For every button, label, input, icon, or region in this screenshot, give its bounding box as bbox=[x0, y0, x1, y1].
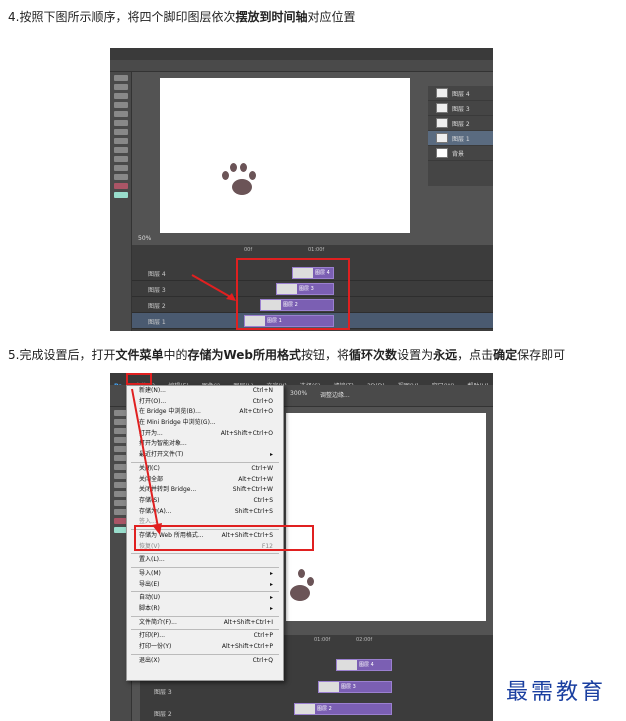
timeline-track-label[interactable]: 图层 4 bbox=[148, 269, 166, 278]
timeline-track-label[interactable]: 图层 2 bbox=[148, 301, 166, 310]
layer-row[interactable]: 图层 4 bbox=[428, 86, 493, 101]
timeline-track-label[interactable]: 图层 1 bbox=[148, 317, 166, 326]
menu-item[interactable]: 文件简介(F)... Alt+Shift+Ctrl+I bbox=[127, 618, 283, 629]
time-mark: 01:00f bbox=[308, 247, 325, 253]
watermark-logo: 最需教育 bbox=[506, 680, 607, 705]
menubar bbox=[110, 48, 493, 60]
timeline-clip[interactable]: 图层 3 bbox=[318, 681, 392, 693]
time-mark: 00f bbox=[244, 247, 253, 253]
layer-row[interactable]: 图层 2 bbox=[428, 116, 493, 131]
red-arrow-icon bbox=[131, 388, 162, 535]
step5-instruction: 5.完成设置后，打开文件菜单中的存储为Web所用格式按钮，将循环次数设置为永远，… bbox=[8, 348, 566, 362]
layer-row[interactable]: 图层 3 bbox=[428, 101, 493, 116]
document-canvas bbox=[160, 78, 410, 233]
zoom-select[interactable]: 300% bbox=[290, 390, 307, 397]
options-bar bbox=[110, 60, 493, 72]
layers-panel: 图层 4 图层 3 图层 2 图层 1 背景 bbox=[428, 86, 493, 186]
timeline-panel: 01:00f 02:00f 图层 4 图层 3 图层 2 bbox=[280, 635, 493, 721]
time-mark: 01:00f bbox=[314, 637, 331, 643]
highlight-box bbox=[236, 258, 350, 330]
timeline-clip[interactable]: 图层 4 bbox=[336, 659, 392, 671]
timeline-track-labels: 图层 3 图层 2 bbox=[140, 681, 280, 721]
photoshop-screenshot-timeline: 50% 图层 4 图层 3 图层 2 图层 1 背景 00f 01:00f 图层… bbox=[110, 48, 493, 331]
timeline-track-label[interactable]: 图层 3 bbox=[148, 285, 166, 294]
menu-item[interactable]: 自动(U) ▸ bbox=[127, 593, 283, 604]
zoom-readout: 50% bbox=[138, 235, 152, 242]
timeline-track-label[interactable]: 图层 3 bbox=[154, 687, 172, 696]
menu-item[interactable]: 退出(X) Ctrl+Q bbox=[127, 656, 283, 667]
menubar: Ps 文件(F) 编辑(E) 图像(I) 图层(L) 文字(Y) 选择(S) 滤… bbox=[110, 373, 493, 390]
menu-item[interactable]: 置入(L)... bbox=[127, 555, 283, 566]
menu-item[interactable]: 导出(E) ▸ bbox=[127, 580, 283, 591]
menu-item[interactable]: 打印(P)... Ctrl+P bbox=[127, 631, 283, 642]
step4-instruction: 4.按照下图所示顺序，将四个脚印图层依次摆放到时间轴对应位置 bbox=[8, 10, 356, 24]
timeline-clip[interactable]: 图层 2 bbox=[294, 703, 392, 715]
menu-item[interactable]: 脚本(R) ▸ bbox=[127, 604, 283, 615]
document-canvas bbox=[286, 413, 486, 621]
menu-item[interactable]: 打印一份(Y) Alt+Shift+Ctrl+P bbox=[127, 642, 283, 653]
highlight-box-file bbox=[126, 373, 152, 385]
menu-item[interactable]: 导入(M) ▸ bbox=[127, 569, 283, 580]
layer-row[interactable]: 图层 1 bbox=[428, 131, 493, 146]
layer-row[interactable]: 背景 bbox=[428, 146, 493, 161]
timeline-track-label[interactable]: 图层 2 bbox=[154, 709, 172, 718]
toolbox bbox=[110, 72, 132, 331]
time-mark: 02:00f bbox=[356, 637, 373, 643]
refine-edge-button[interactable]: 调整边缘... bbox=[320, 390, 350, 399]
red-arrow-icon bbox=[191, 274, 236, 301]
photoshop-screenshot-file-menu: Ps 文件(F) 编辑(E) 图像(I) 图层(L) 文字(Y) 选择(S) 滤… bbox=[110, 373, 493, 721]
